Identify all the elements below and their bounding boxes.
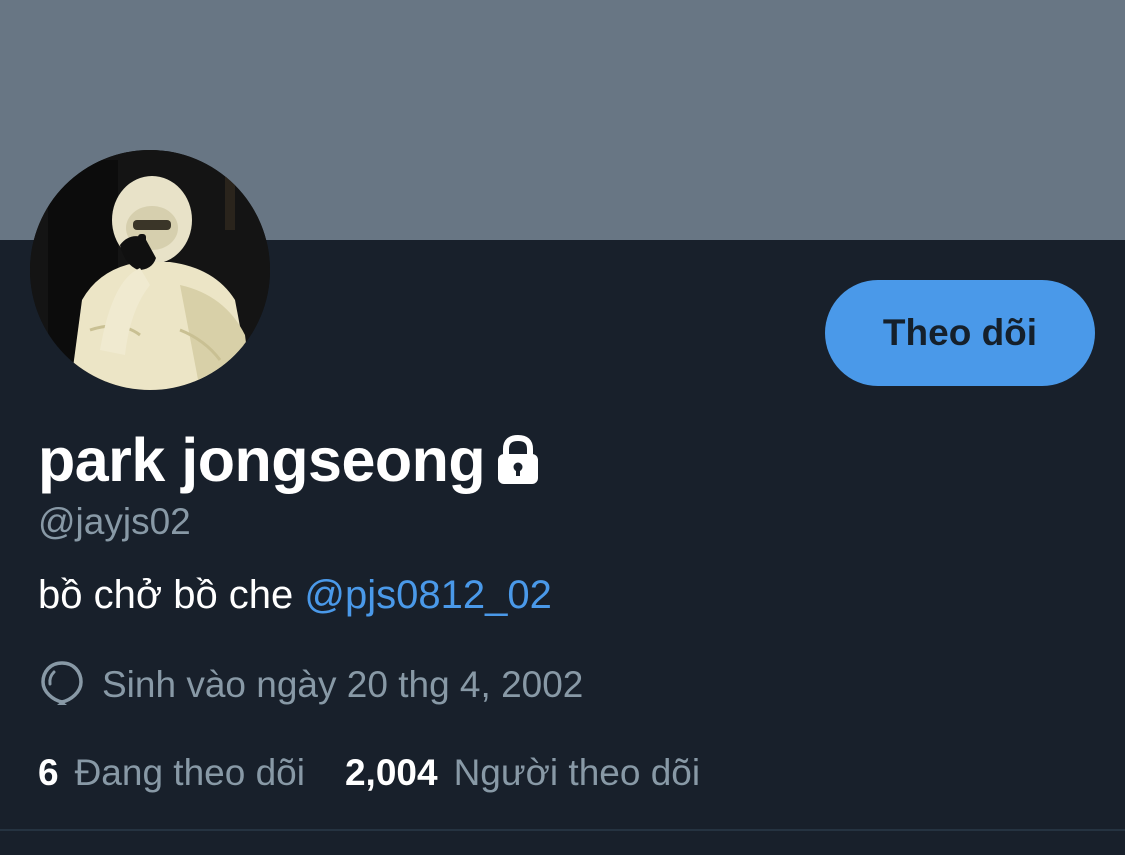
bio-mention-link[interactable]: @pjs0812_02: [304, 573, 551, 617]
following-count: 6: [38, 752, 59, 793]
bio-text: bồ chở bồ che: [38, 573, 305, 617]
following-label: Đang theo dõi: [74, 752, 305, 793]
following-stat[interactable]: 6 Đang theo dõi: [38, 752, 305, 794]
followers-label: Người theo dõi: [453, 752, 701, 793]
display-name-row: park jongseong: [38, 422, 543, 498]
divider: [0, 829, 1125, 831]
birthday-row: Sinh vào ngày 20 thg 4, 2002: [38, 660, 583, 710]
followers-count: 2,004: [344, 752, 438, 793]
followers-stat[interactable]: 2,004 Người theo dõi: [345, 752, 700, 794]
stats-row: 6 Đang theo dõi 2,004 Người theo dõi: [38, 748, 700, 798]
balloon-icon: [38, 659, 86, 711]
profile-bio: bồ chở bồ che @pjs0812_02: [38, 570, 552, 620]
lock-icon: [493, 434, 543, 486]
avatar-image: [30, 150, 270, 390]
avatar[interactable]: [30, 150, 270, 390]
follow-button[interactable]: Theo dõi: [825, 280, 1095, 386]
display-name: park jongseong: [38, 426, 486, 494]
profile-handle: @jayjs02: [38, 501, 191, 542]
birthday-text: Sinh vào ngày 20 thg 4, 2002: [102, 664, 584, 705]
